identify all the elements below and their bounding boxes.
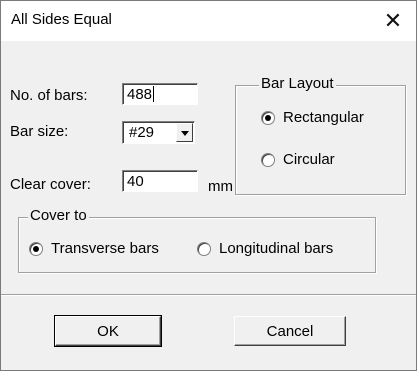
separator	[1, 294, 416, 296]
radio-checked-icon	[261, 110, 275, 125]
no-of-bars-input[interactable]: 488	[122, 83, 198, 105]
radio-longitudinal-bars[interactable]: Longitudinal bars	[197, 240, 333, 257]
radio-transverse-bars-label: Transverse bars	[51, 240, 159, 257]
clear-cover-value: 40	[127, 173, 144, 190]
window-title: All Sides Equal	[11, 11, 112, 28]
radio-unchecked-icon	[261, 152, 275, 167]
cancel-button[interactable]: Cancel	[234, 316, 346, 346]
chevron-down-icon[interactable]	[176, 123, 193, 142]
no-of-bars-value: 488	[127, 86, 153, 103]
radio-circular[interactable]: Circular	[261, 151, 335, 168]
radio-longitudinal-bars-label: Longitudinal bars	[219, 240, 334, 257]
radio-rectangular-label: Rectangular	[283, 109, 364, 126]
radio-circular-label: Circular	[283, 151, 335, 168]
dialog-window: All Sides Equal ✕ No. of bars: 488 Bar s…	[0, 0, 417, 371]
close-icon[interactable]: ✕	[370, 1, 416, 41]
text-caret	[153, 86, 155, 102]
title-bar: All Sides Equal ✕	[1, 1, 416, 41]
bar-size-label: Bar size:	[10, 123, 69, 140]
bar-layout-group	[235, 85, 406, 195]
cover-to-title: Cover to	[28, 207, 89, 224]
no-of-bars-label: No. of bars:	[10, 87, 88, 104]
bar-layout-title: Bar Layout	[259, 75, 336, 92]
bar-size-value: #29	[129, 124, 155, 141]
clear-cover-unit: mm	[208, 178, 233, 195]
bar-size-dropdown[interactable]: #29	[122, 121, 195, 144]
radio-checked-icon	[29, 241, 43, 256]
ok-button[interactable]: OK	[54, 315, 162, 347]
clear-cover-input[interactable]: 40	[122, 170, 198, 192]
radio-unchecked-icon	[197, 241, 211, 256]
radio-rectangular[interactable]: Rectangular	[261, 109, 364, 126]
radio-transverse-bars[interactable]: Transverse bars	[29, 240, 159, 257]
clear-cover-label: Clear cover:	[10, 176, 91, 193]
